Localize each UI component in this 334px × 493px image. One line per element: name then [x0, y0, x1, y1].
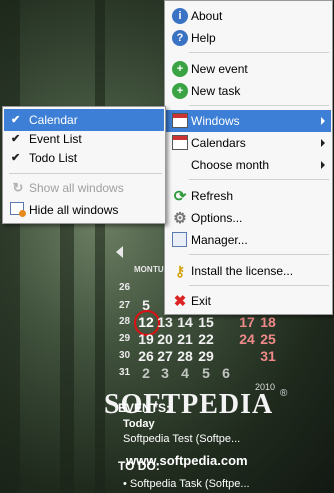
menu-item-windows[interactable]: Windows — [166, 110, 331, 132]
menu-item-label: Choose month — [191, 158, 270, 172]
calendar-day[interactable]: 14 — [175, 314, 195, 330]
menu-item-calendars[interactable]: Calendars — [166, 132, 331, 154]
menu-item-label: New task — [191, 84, 241, 98]
menu-item-exit[interactable]: ✖ Exit — [166, 290, 331, 312]
calendar-day[interactable]: 22 — [196, 331, 216, 347]
info-icon: i — [172, 8, 188, 24]
brand-year: 2010 — [255, 382, 276, 392]
event-item[interactable]: Softpedia Test (Softpe... — [123, 433, 240, 445]
menu-separator — [189, 285, 329, 286]
windows-submenu: ✔ Calendar ✔ Event List ✔ Todo List ↻ Sh… — [2, 106, 166, 224]
calendar-day[interactable]: 20 — [155, 331, 175, 347]
week-number: 27 — [119, 300, 131, 311]
menu-item-label: Calendars — [191, 136, 246, 150]
checkmark-icon: ✔ — [11, 152, 21, 164]
calendar-day[interactable]: 29 — [196, 348, 216, 364]
menu-item-label: About — [191, 9, 223, 23]
add-task-icon: + — [172, 83, 188, 99]
registered-mark: ® — [280, 388, 288, 399]
events-heading: EVENTS: — [118, 401, 171, 415]
menu-item-install-license[interactable]: ⚷ Install the license... — [166, 260, 331, 282]
context-menu: i About ? Help + New event + New task Wi… — [164, 0, 333, 315]
calendar-day-next-month[interactable]: 3 — [155, 365, 175, 381]
submenu-item-show-all-windows: ↻ Show all windows — [4, 177, 164, 199]
week-number: 29 — [119, 333, 131, 344]
menu-separator — [189, 254, 329, 255]
calendar-day[interactable]: 21 — [175, 331, 195, 347]
menu-item-new-event[interactable]: + New event — [166, 58, 331, 80]
calendar-day-next-month[interactable]: 5 — [196, 365, 216, 381]
menu-item-label: Install the license... — [191, 264, 294, 278]
todo-item[interactable]: • Softpedia Task (Softpe... — [123, 478, 250, 490]
calendar-day-today[interactable]: 12 — [136, 314, 156, 330]
calendar-day-next-month[interactable]: 6 — [216, 365, 236, 381]
menu-item-label: Refresh — [191, 189, 234, 203]
menu-separator — [189, 179, 329, 180]
events-group-today: Today — [123, 418, 155, 430]
week-number: 31 — [119, 367, 131, 378]
submenu-arrow-icon — [321, 161, 325, 169]
calendars-icon — [172, 135, 188, 150]
checkmark-icon: ✔ — [11, 133, 21, 145]
calendar-day-weekend[interactable]: 18 — [258, 314, 278, 330]
menu-item-options[interactable]: ⚙ Options... — [166, 207, 331, 229]
menu-item-label: Hide all windows — [29, 203, 119, 217]
calendar-day[interactable]: 28 — [175, 348, 195, 364]
menu-item-label: Manager... — [191, 233, 248, 247]
prev-month-arrow-icon[interactable] — [116, 246, 123, 258]
refresh-icon: ⟳ — [173, 188, 187, 205]
week-number: 28 — [119, 316, 131, 327]
todo-heading: TO DO: — [118, 459, 160, 473]
menu-item-choose-month[interactable]: Choose month — [166, 154, 331, 176]
menu-item-label: Options... — [191, 211, 243, 225]
help-icon: ? — [172, 30, 188, 46]
key-icon: ⚷ — [174, 262, 186, 279]
add-event-icon: + — [172, 61, 188, 77]
windows-icon — [172, 113, 188, 128]
calendar-day-next-month[interactable]: 2 — [136, 365, 156, 381]
menu-item-label: Event List — [29, 132, 82, 146]
calendar-day[interactable]: 26 — [136, 348, 156, 364]
calendar-day[interactable]: 13 — [155, 314, 175, 330]
submenu-item-todo-list[interactable]: ✔ Todo List — [4, 147, 164, 169]
calendar-day-weekend[interactable]: 24 — [237, 331, 257, 347]
calendar-day-weekend[interactable]: 31 — [258, 348, 278, 364]
menu-item-label: Windows — [191, 114, 240, 128]
menu-item-about[interactable]: i About — [166, 5, 331, 27]
checkmark-icon: ✔ — [11, 114, 21, 126]
calendar-day-weekend[interactable]: 17 — [237, 314, 257, 330]
menu-item-help[interactable]: ? Help — [166, 27, 331, 49]
calendar-day[interactable]: 15 — [196, 314, 216, 330]
gear-icon: ⚙ — [173, 210, 187, 227]
menu-item-new-task[interactable]: + New task — [166, 80, 331, 102]
menu-item-manager[interactable]: Manager... — [166, 229, 331, 251]
menu-separator — [9, 173, 162, 174]
calendar-day[interactable]: 19 — [136, 331, 156, 347]
calendar-day[interactable]: 27 — [155, 348, 175, 364]
menu-item-label: Exit — [191, 294, 212, 308]
menu-item-label: Calendar — [29, 113, 78, 127]
menu-separator — [189, 52, 329, 53]
day-header-mon: MON — [134, 265, 153, 274]
menu-item-label: Help — [191, 31, 216, 45]
calendar-day-weekend[interactable]: 25 — [258, 331, 278, 347]
menu-separator — [189, 105, 329, 106]
week-number: 30 — [119, 350, 131, 361]
submenu-arrow-icon — [321, 139, 325, 147]
submenu-arrow-icon — [321, 117, 325, 125]
menu-item-refresh[interactable]: ⟳ Refresh — [166, 185, 331, 207]
menu-item-label: New event — [191, 62, 248, 76]
show-windows-icon: ↻ — [12, 180, 24, 195]
submenu-item-hide-all-windows[interactable]: Hide all windows — [4, 199, 164, 221]
manager-icon — [172, 232, 187, 247]
menu-item-label: Show all windows — [29, 181, 124, 195]
close-icon: ✖ — [173, 293, 187, 310]
calendar-day-next-month[interactable]: 4 — [175, 365, 195, 381]
week-number: 26 — [119, 282, 131, 293]
hide-windows-icon — [10, 202, 26, 217]
menu-item-label: Todo List — [29, 151, 78, 165]
